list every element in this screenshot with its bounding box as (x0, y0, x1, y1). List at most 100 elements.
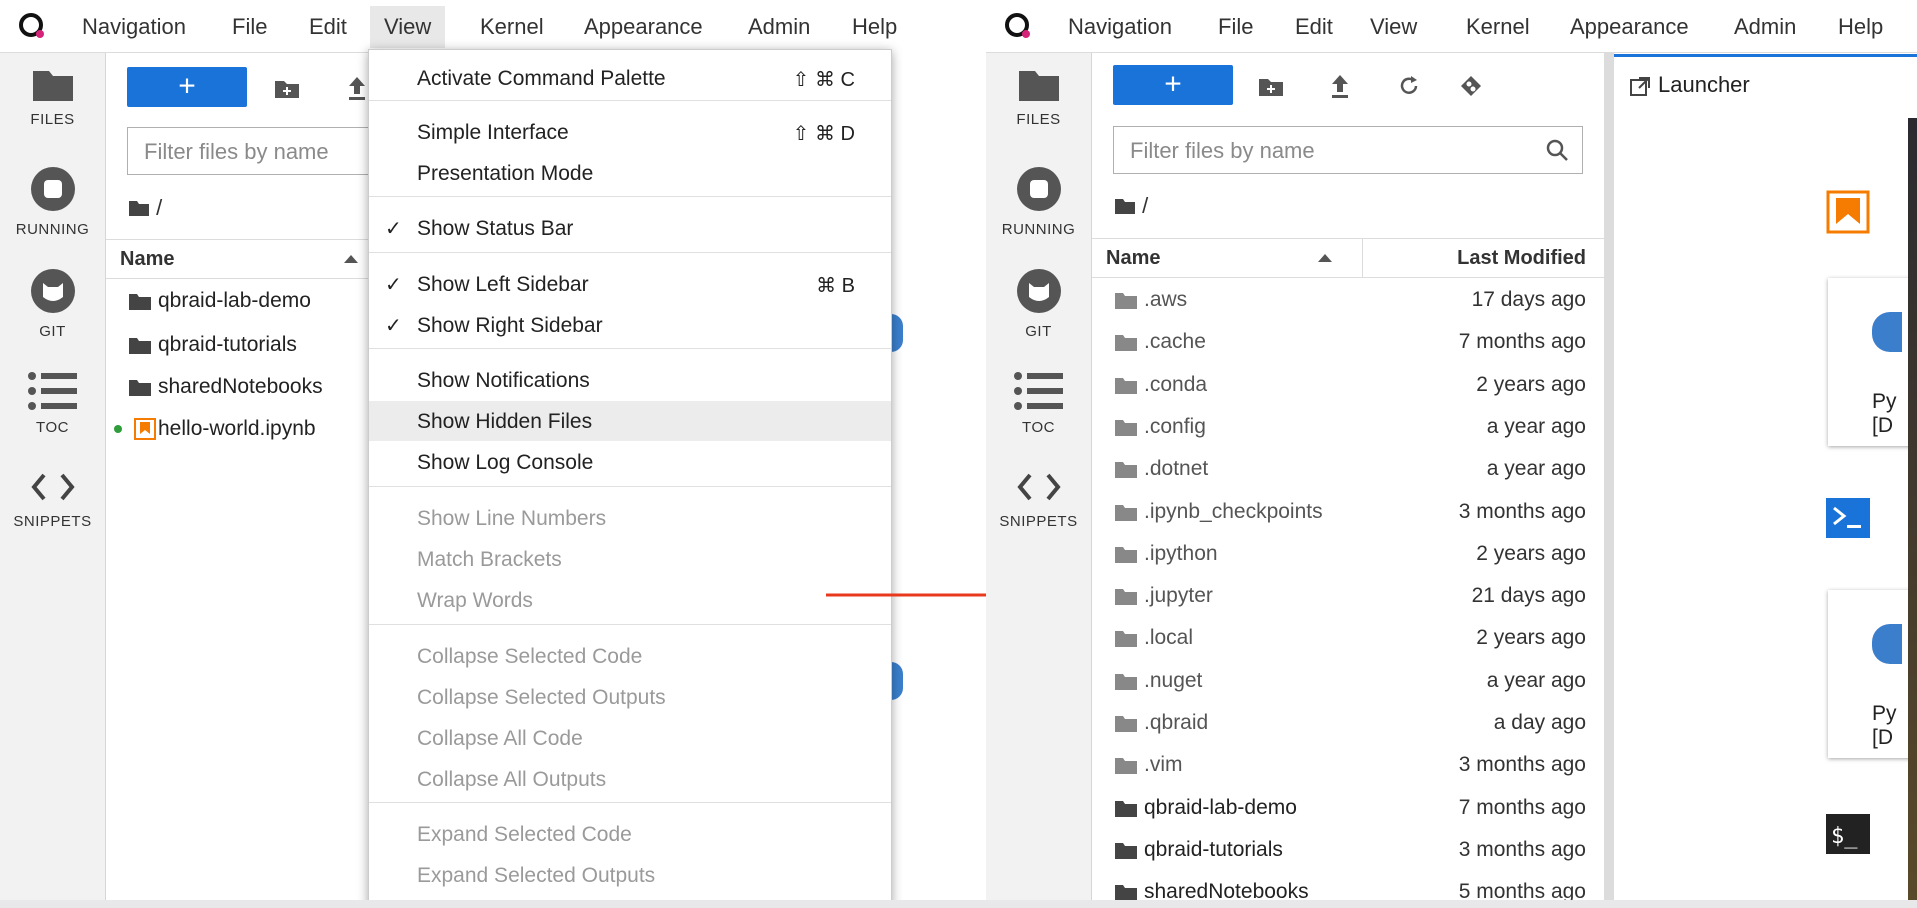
file-row[interactable]: .dotnet a year ago (1092, 449, 1604, 489)
checkmark-icon: ✓ (385, 218, 402, 240)
sidebar-item-toc[interactable]: TOC (0, 371, 105, 436)
git-clone-icon[interactable] (1458, 73, 1484, 99)
new-launcher-button[interactable]: + (127, 67, 247, 107)
sidebar-item-snippets[interactable]: SNIPPETS (986, 469, 1091, 530)
panel-splitter[interactable] (1604, 53, 1614, 908)
menu-edit[interactable]: Edit (309, 14, 347, 40)
menu-help[interactable]: Help (852, 14, 897, 40)
filter-files-input-box[interactable] (1113, 126, 1583, 174)
file-row[interactable]: qbraid-lab-demo 7 months ago (1092, 788, 1604, 828)
column-last-modified[interactable]: Last Modified (1457, 247, 1586, 270)
file-row[interactable]: .ipynb_checkpoints 3 months ago (1092, 492, 1604, 532)
file-row[interactable]: .qbraid a day ago (1092, 703, 1604, 743)
file-name: .config (1144, 414, 1206, 438)
menu-admin[interactable]: Admin (1734, 14, 1796, 40)
breadcrumb[interactable]: / (1114, 193, 1148, 219)
file-modified: 2 years ago (1476, 541, 1586, 565)
file-row[interactable]: .nuget a year ago (1092, 661, 1604, 701)
file-modified: a year ago (1486, 414, 1586, 438)
launcher-icon (1630, 77, 1650, 96)
breadcrumb-path: / (1142, 193, 1149, 218)
sidebar-item-git[interactable]: GIT (986, 267, 1091, 340)
folder-icon (1115, 842, 1137, 859)
column-name[interactable]: Name (1106, 247, 1160, 270)
menu-item-presentation-mode[interactable]: Presentation Mode (369, 153, 891, 193)
file-name: .aws (1144, 288, 1188, 311)
menu-item-simple-interface[interactable]: Simple Interface ⇧ ⌘ D (369, 112, 891, 152)
folder-icon (1115, 716, 1137, 732)
menu-separator (369, 252, 891, 253)
menu-item-show-log-console[interactable]: Show Log Console (369, 442, 891, 482)
menu-help[interactable]: Help (1838, 14, 1883, 40)
file-row[interactable]: .ipython 2 years ago (1092, 534, 1604, 574)
menu-item-show-left-sidebar[interactable]: ✓ Show Left Sidebar ⌘ B (369, 264, 891, 304)
file-row[interactable]: .conda 2 years ago (1092, 365, 1604, 405)
menu-item-show-hidden-files[interactable]: Show Hidden Files (369, 401, 891, 441)
breadcrumb[interactable]: / (128, 195, 162, 221)
file-row[interactable]: .cache 7 months ago (1092, 322, 1604, 362)
refresh-icon[interactable] (1398, 75, 1420, 97)
file-name: sharedNotebooks (158, 375, 323, 398)
python-console-card[interactable]: Py [D (1828, 590, 1917, 758)
menu-file[interactable]: File (1218, 14, 1253, 40)
file-name: .cache (1144, 330, 1206, 354)
sort-ascending-icon[interactable] (344, 255, 358, 263)
menu-separator (369, 196, 891, 197)
upload-icon[interactable] (346, 75, 368, 101)
folder-icon (1115, 546, 1137, 563)
python-logo-icon (1872, 312, 1902, 352)
file-modified: 21 days ago (1471, 584, 1586, 608)
sidebar-item-running[interactable]: RUNNING (0, 165, 105, 238)
folder-icon (1115, 199, 1135, 214)
menu-file[interactable]: File (232, 14, 267, 40)
menu-appearance[interactable]: Appearance (584, 14, 703, 40)
menu-item-label: Presentation Mode (417, 162, 594, 185)
sidebar-item-files[interactable]: FILES (0, 67, 105, 128)
sort-ascending-icon[interactable] (1318, 254, 1332, 262)
sidebar-item-git[interactable]: GIT (0, 267, 105, 340)
sidebar-item-label: RUNNING (15, 221, 90, 238)
sidebar-item-snippets[interactable]: SNIPPETS (0, 469, 105, 530)
sidebar-item-label: GIT (1025, 323, 1052, 340)
new-launcher-button[interactable]: + (1113, 65, 1233, 105)
menu-appearance[interactable]: Appearance (1570, 14, 1689, 40)
column-name[interactable]: Name (120, 248, 174, 271)
filter-files-input[interactable] (1128, 137, 1507, 165)
notebook-section-icon (1826, 190, 1870, 234)
view-menu-dropdown: Activate Command Palette ⇧ ⌘ C Simple Inte… (368, 49, 892, 908)
new-folder-icon[interactable] (1258, 77, 1284, 97)
python-kernel-card[interactable]: Py [D (1828, 278, 1917, 446)
upload-icon[interactable] (1329, 73, 1351, 99)
menu-item-show-notifications[interactable]: Show Notifications (369, 360, 891, 400)
menu-item-show-right-sidebar[interactable]: ✓ Show Right Sidebar (369, 305, 891, 345)
file-name: hello-world.ipynb (158, 417, 316, 440)
menu-kernel[interactable]: Kernel (480, 14, 544, 40)
menu-item-label: Wrap Words (417, 589, 533, 612)
sidebar-item-toc[interactable]: TOC (986, 371, 1091, 436)
menu-kernel[interactable]: Kernel (1466, 14, 1530, 40)
menu-navigation[interactable]: Navigation (82, 14, 186, 40)
menu-navigation[interactable]: Navigation (1068, 14, 1172, 40)
sidebar-item-files[interactable]: FILES (986, 67, 1091, 128)
filter-files-input[interactable] (142, 138, 369, 166)
file-row[interactable]: .vim 3 months ago (1092, 745, 1604, 785)
new-folder-icon[interactable] (274, 79, 300, 99)
menu-edit[interactable]: Edit (1295, 14, 1333, 40)
tab-launcher[interactable]: Launcher (1614, 54, 1917, 120)
file-row[interactable]: qbraid-tutorials 3 months ago (1092, 830, 1604, 870)
file-list-header: Name Last Modified (1092, 238, 1604, 278)
file-row[interactable]: .local 2 years ago (1092, 618, 1604, 658)
menu-admin[interactable]: Admin (748, 14, 810, 40)
sidebar-item-running[interactable]: RUNNING (986, 165, 1091, 238)
menu-item-show-status-bar[interactable]: ✓ Show Status Bar (369, 208, 891, 248)
file-row[interactable]: .config a year ago (1092, 407, 1604, 447)
menu-view[interactable]: View (1370, 14, 1417, 40)
filter-files-input-box[interactable] (127, 127, 407, 175)
file-row[interactable]: .aws 17 days ago (1092, 280, 1604, 320)
file-row[interactable]: .jupyter 21 days ago (1092, 576, 1604, 616)
file-modified: 17 days ago (1471, 288, 1586, 311)
terminal-section-icon: $_ (1826, 814, 1870, 854)
menu-item-label: Collapse All Code (417, 727, 583, 750)
menu-item-activate-command-palette[interactable]: Activate Command Palette ⇧ ⌘ C (369, 58, 891, 98)
menu-view[interactable]: View (370, 6, 446, 48)
